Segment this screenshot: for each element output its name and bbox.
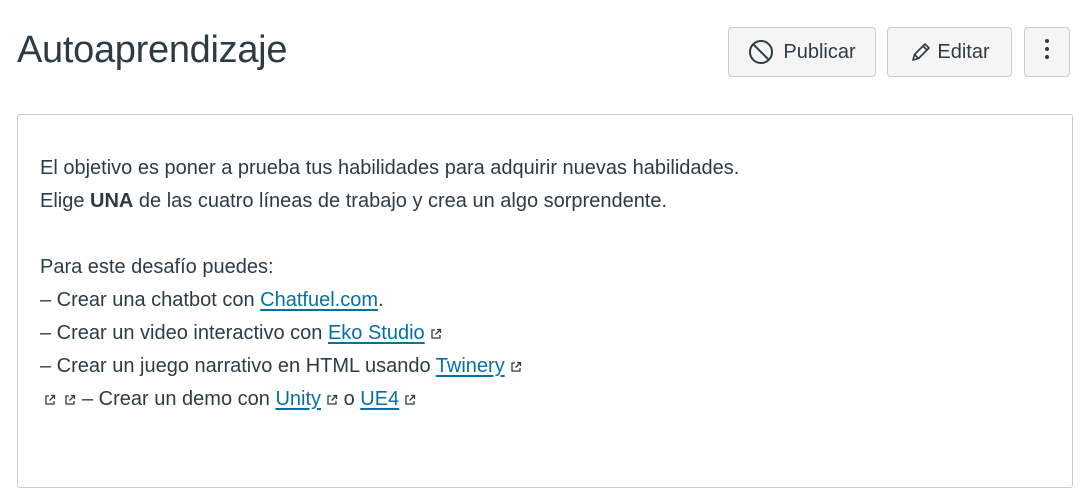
external-link-icon: [430, 328, 442, 340]
list-item: – Crear un demo con Unity o UE4: [40, 383, 1052, 416]
external-link-icon: [326, 394, 338, 406]
list-item: – Crear un video interactivo con Eko Stu…: [40, 317, 1052, 350]
challenge-heading: Para este desafío puedes:: [40, 256, 274, 278]
list-item-text: – Crear un video interactivo con: [40, 322, 328, 344]
kebab-menu-icon: [1044, 38, 1050, 66]
instruction-text-pre: Elige: [40, 190, 91, 212]
pencil-icon: [909, 40, 933, 64]
unity-link[interactable]: Unity: [275, 388, 321, 410]
intro-text: El objetivo es poner a prueba tus habili…: [40, 157, 740, 179]
instruction-text-post: de las cuatro líneas de trabajo y crea u…: [133, 190, 668, 212]
list-item-text: – Crear una chatbot con: [40, 289, 261, 311]
list-item-suffix: .: [377, 289, 384, 311]
twinery-link[interactable]: Twinery: [436, 355, 505, 377]
eko-studio-link[interactable]: Eko Studio: [328, 322, 425, 344]
instruction-text: Elige UNA de las cuatro líneas de trabaj…: [40, 185, 1052, 218]
list-item-text: – Crear un juego narrativo en HTML usand…: [40, 355, 436, 377]
publish-button-label: Publicar: [783, 40, 856, 63]
publish-button[interactable]: Publicar: [728, 27, 876, 77]
emphasis-una: UNA: [90, 190, 134, 212]
list-item: – Crear un juego narrativo en HTML usand…: [40, 350, 1052, 383]
list-item-text: – Crear un demo con: [82, 388, 276, 410]
chatfuel-link[interactable]: Chatfuel.com: [260, 289, 378, 311]
list-item: – Crear una chatbot con Chatfuel.com.: [40, 284, 1052, 317]
page-title: Autoaprendizaje: [17, 29, 288, 71]
external-link-icon: [404, 394, 416, 406]
page-content-container: El objetivo es poner a prueba tus habili…: [17, 114, 1073, 488]
external-link-icon: [64, 394, 76, 406]
edit-button-label: Editar: [937, 40, 990, 63]
ue4-link[interactable]: UE4: [360, 388, 399, 410]
page-body: El objetivo es poner a prueba tus habili…: [40, 152, 1052, 416]
list-item-connector: o: [338, 388, 361, 410]
cancel-icon: [748, 39, 774, 65]
external-link-icon: [510, 361, 522, 373]
edit-button[interactable]: Editar: [887, 27, 1012, 77]
more-options-button[interactable]: [1024, 27, 1070, 77]
external-link-icon: [44, 394, 56, 406]
